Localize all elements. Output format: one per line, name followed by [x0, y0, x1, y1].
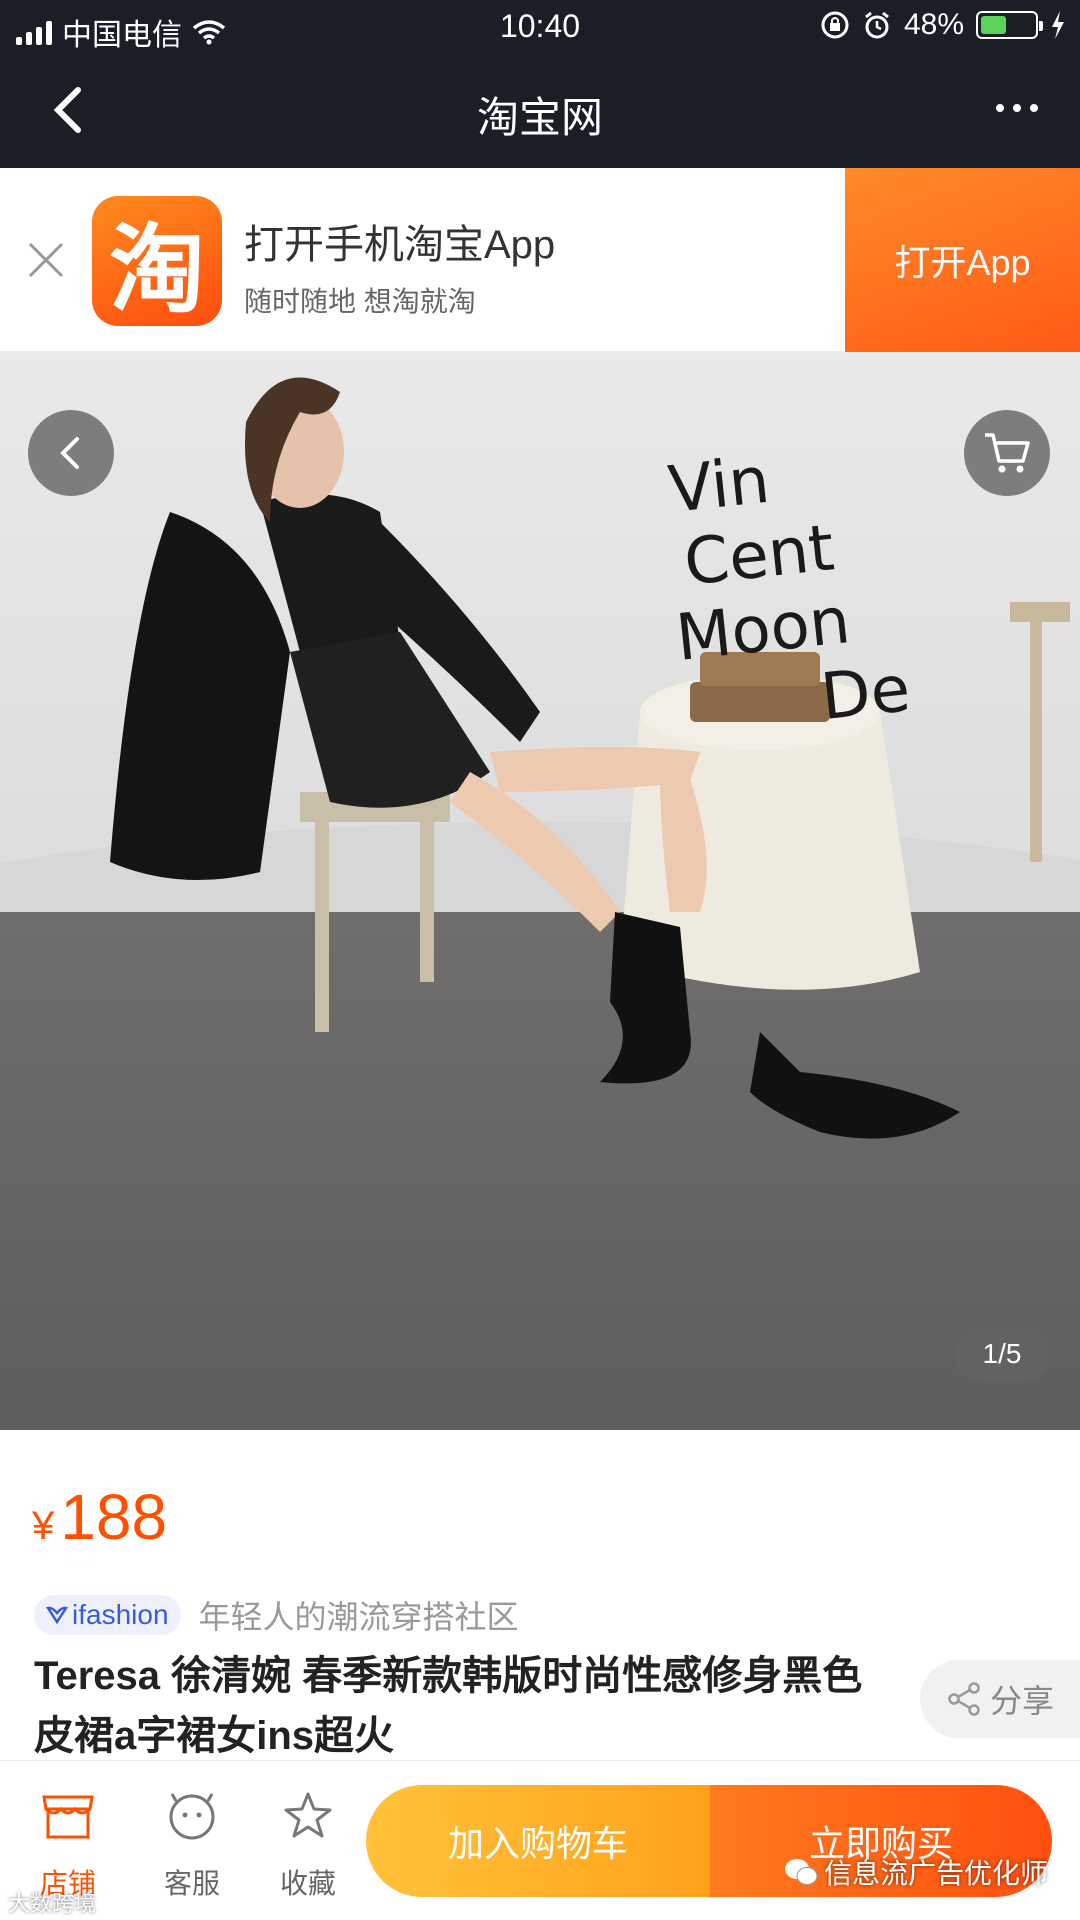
product-photo — [110, 377, 1070, 1139]
banner-subtitle: 随时随地 想淘就淘 — [244, 286, 476, 317]
status-bar: 中国电信 10:40 48% — [0, 0, 1080, 54]
product-image[interactable]: Vin Cent Moon De 1/5 — [0, 352, 1080, 1430]
service-label: 客服 — [163, 1868, 220, 1899]
battery-icon — [976, 11, 1043, 39]
brand-row: ifashion 年轻人的潮流穿搭社区 — [34, 1592, 519, 1638]
app-banner: 淘 打开手机淘宝App 随时随地 想淘就淘 打开App — [0, 168, 1080, 352]
shop-icon — [42, 1795, 94, 1839]
brand-tag[interactable]: ifashion — [34, 1595, 181, 1635]
chevron-left-icon — [60, 437, 79, 469]
rotation-lock-icon — [821, 11, 849, 39]
favorite-button[interactable]: 收藏 — [258, 1791, 358, 1902]
favorite-label: 收藏 — [279, 1868, 336, 1899]
wechat-icon — [784, 1859, 818, 1885]
brand-name: ifashion — [72, 1599, 169, 1630]
image-cart-button[interactable] — [964, 410, 1050, 496]
watermark-left: 大数跨境 — [8, 1891, 97, 1916]
charging-icon — [1052, 11, 1064, 39]
banner-title: 打开手机淘宝App — [244, 223, 556, 267]
star-icon — [284, 1792, 332, 1838]
battery-fill — [981, 16, 1006, 34]
ifashion-logo-icon — [46, 1606, 68, 1625]
image-back-button[interactable] — [28, 410, 114, 496]
image-counter: 1/5 — [954, 1326, 1050, 1382]
watermark-right-text: 信息流广告优化师 — [823, 1858, 1048, 1889]
add-to-cart-button[interactable]: 加入购物车 — [366, 1785, 710, 1897]
nav-bar: 淘宝网 — [0, 54, 1080, 168]
battery-percent: 48% — [903, 8, 964, 41]
taobao-logo: 淘 — [92, 196, 222, 326]
customer-service-button[interactable]: 客服 — [142, 1791, 242, 1902]
cart-icon — [985, 433, 1030, 473]
share-icon — [948, 1682, 980, 1716]
price-currency: ¥ — [32, 1504, 55, 1548]
watermark-right: 信息流广告优化师 — [784, 1852, 1048, 1892]
status-right: 48% — [820, 8, 1066, 42]
logo-char: 淘 — [109, 213, 205, 326]
price-amount: 188 — [60, 1481, 168, 1553]
product-title: Teresa 徐清婉 春季新款韩版时尚性感修身黑色皮裙a字裙女ins超火 — [34, 1654, 863, 1758]
price: ¥ 188 — [32, 1480, 167, 1554]
brand-description: 年轻人的潮流穿搭社区 — [198, 1599, 519, 1635]
page-title: 淘宝网 — [476, 94, 603, 141]
more-icon[interactable] — [996, 104, 1038, 112]
open-app-button[interactable]: 打开App — [845, 168, 1080, 352]
wall-graffiti: Vin Cent Moon De — [665, 431, 913, 748]
bottom-action-bar: 店铺 客服 收藏 加入购物车 立即购买 — [0, 1760, 1080, 1920]
close-icon[interactable] — [26, 240, 66, 280]
alarm-icon — [865, 11, 889, 39]
chat-face-icon — [169, 1793, 215, 1840]
share-button[interactable]: 分享 — [920, 1660, 1080, 1738]
share-label: 分享 — [989, 1683, 1054, 1719]
